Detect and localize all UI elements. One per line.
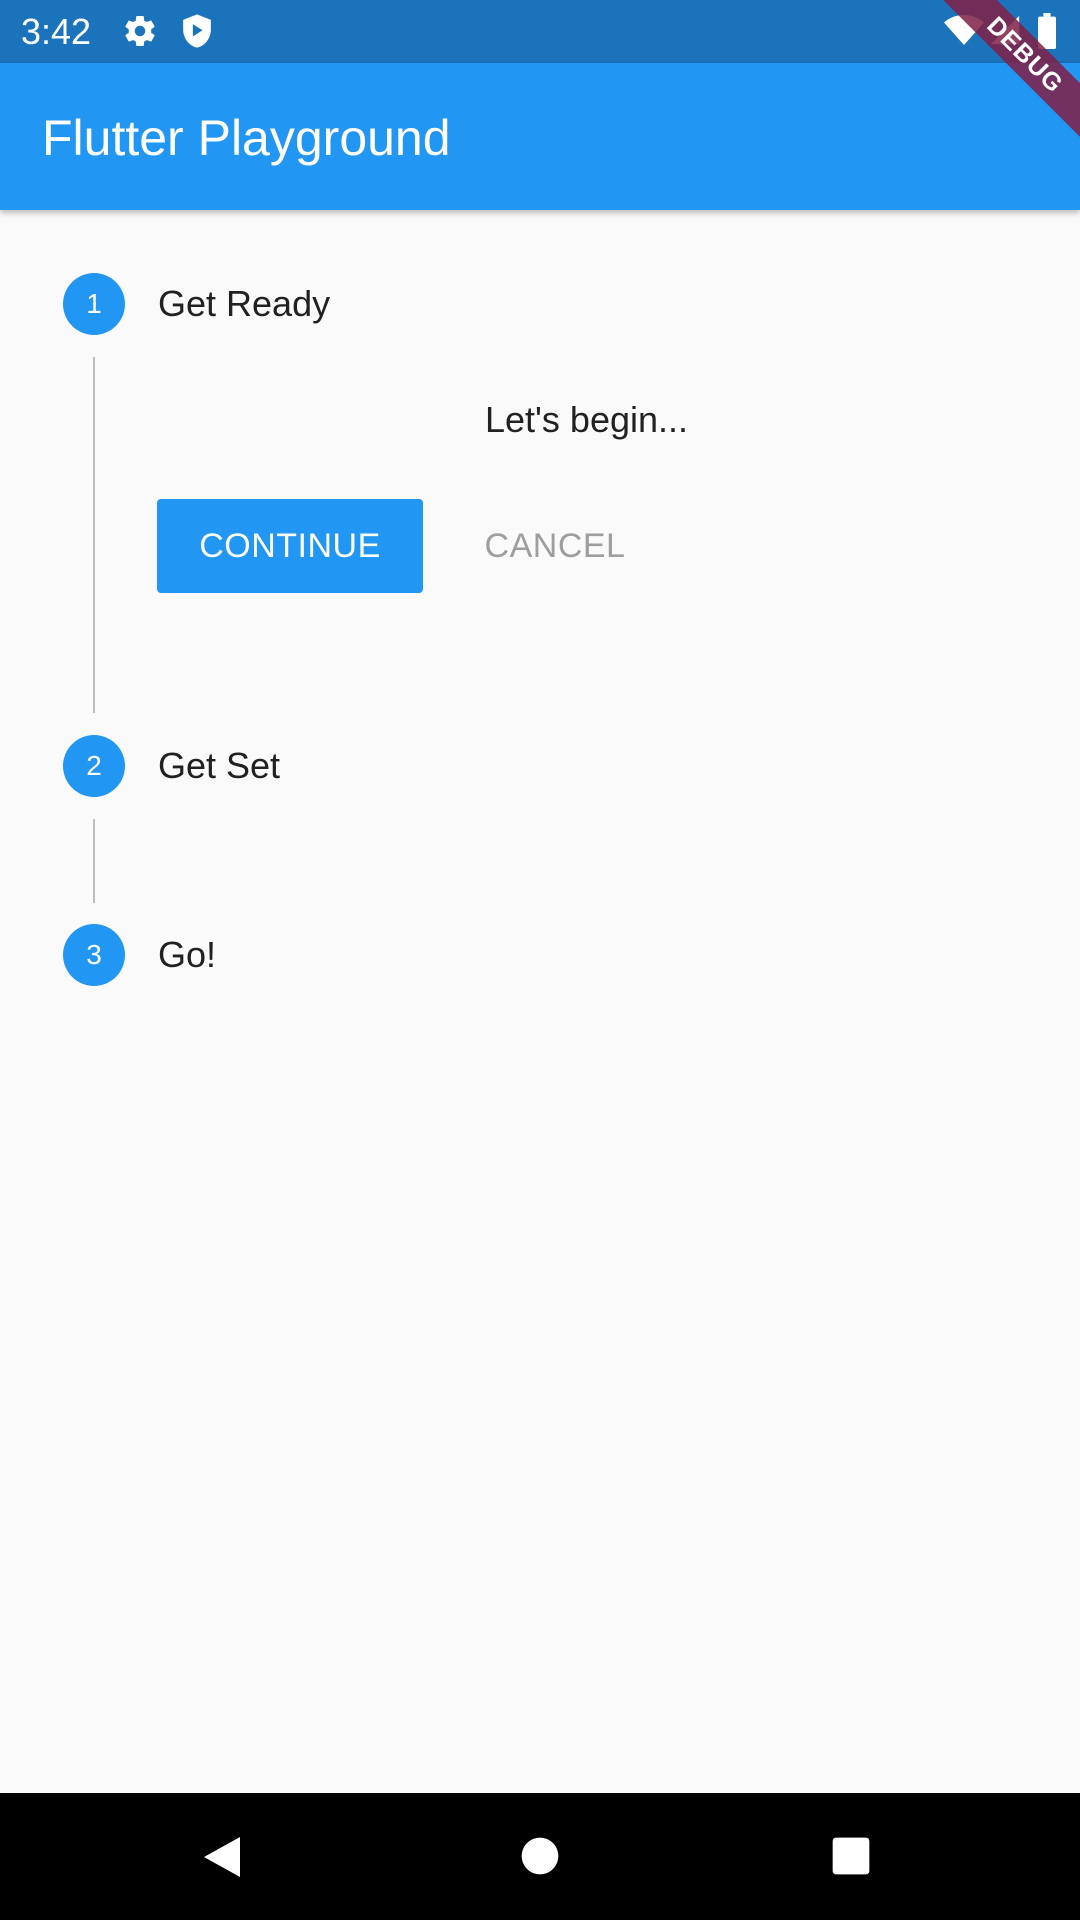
step-1-circle[interactable]: 1: [63, 273, 125, 335]
step-2-circle[interactable]: 2: [63, 735, 125, 797]
step-1-content: Let's begin...: [485, 399, 689, 440]
app-title: Flutter Playground: [42, 110, 451, 166]
step-3-circle[interactable]: 3: [63, 924, 125, 986]
debug-banner-label: DEBUG: [923, 0, 1080, 157]
debug-banner: DEBUG: [920, 0, 1080, 160]
step-1-connector: [93, 357, 95, 713]
status-time: 3:42: [21, 11, 92, 52]
app-bar: Flutter Playground: [0, 63, 1080, 210]
status-bar: 3:42: [0, 0, 1080, 63]
step-1-title[interactable]: Get Ready: [158, 282, 330, 326]
gear-icon: [122, 13, 158, 54]
home-icon[interactable]: [520, 1836, 560, 1881]
cancel-button[interactable]: CANCEL: [465, 499, 645, 593]
shield-play-icon: [180, 13, 214, 54]
navigation-bar: [0, 1793, 1080, 1920]
continue-button[interactable]: CONTINUE: [157, 499, 423, 593]
step-2-title[interactable]: Get Set: [158, 744, 280, 788]
recents-icon[interactable]: [831, 1836, 871, 1881]
step-3-title[interactable]: Go!: [158, 933, 216, 977]
step-2-connector: [93, 819, 95, 903]
back-icon[interactable]: [200, 1833, 248, 1886]
